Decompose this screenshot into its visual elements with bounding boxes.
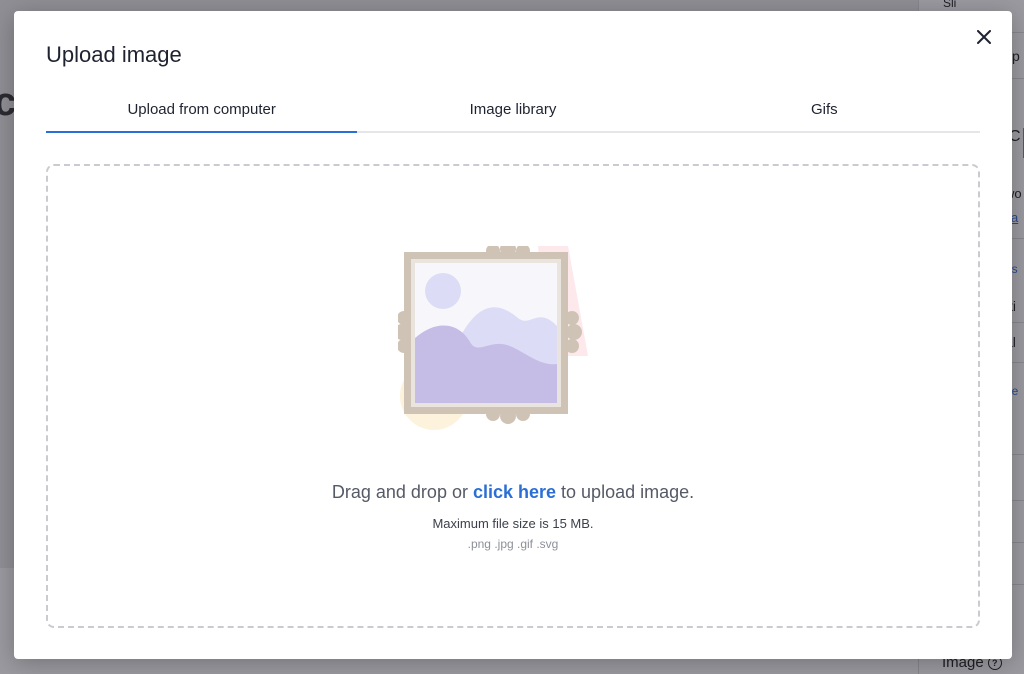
- drop-text-after: to upload image.: [556, 482, 695, 502]
- upload-dropzone[interactable]: Drag and drop or click here to upload im…: [46, 164, 980, 628]
- click-here-link[interactable]: click here: [473, 482, 556, 502]
- background-panel-link: a: [1011, 210, 1019, 225]
- close-button[interactable]: [972, 25, 996, 49]
- tab-image-library[interactable]: Image library: [357, 97, 668, 131]
- drop-instruction: Drag and drop or click here to upload im…: [48, 482, 978, 503]
- close-icon: [977, 30, 991, 44]
- tab-gifs[interactable]: Gifs: [669, 97, 980, 131]
- picture-frame-icon: [398, 246, 588, 430]
- drop-text-before: Drag and drop or: [331, 482, 473, 502]
- tab-upload-from-computer[interactable]: Upload from computer: [46, 97, 358, 133]
- upload-image-modal: Upload image Upload from computer Image …: [14, 11, 1012, 659]
- max-file-size: Maximum file size is 15 MB.: [432, 516, 594, 531]
- background-panel-text: Sli: [943, 0, 957, 10]
- allowed-formats: .png .jpg .gif .svg: [467, 537, 559, 551]
- modal-title: Upload image: [46, 42, 182, 67]
- tab-bar: Upload from computer Image library Gifs: [46, 97, 980, 133]
